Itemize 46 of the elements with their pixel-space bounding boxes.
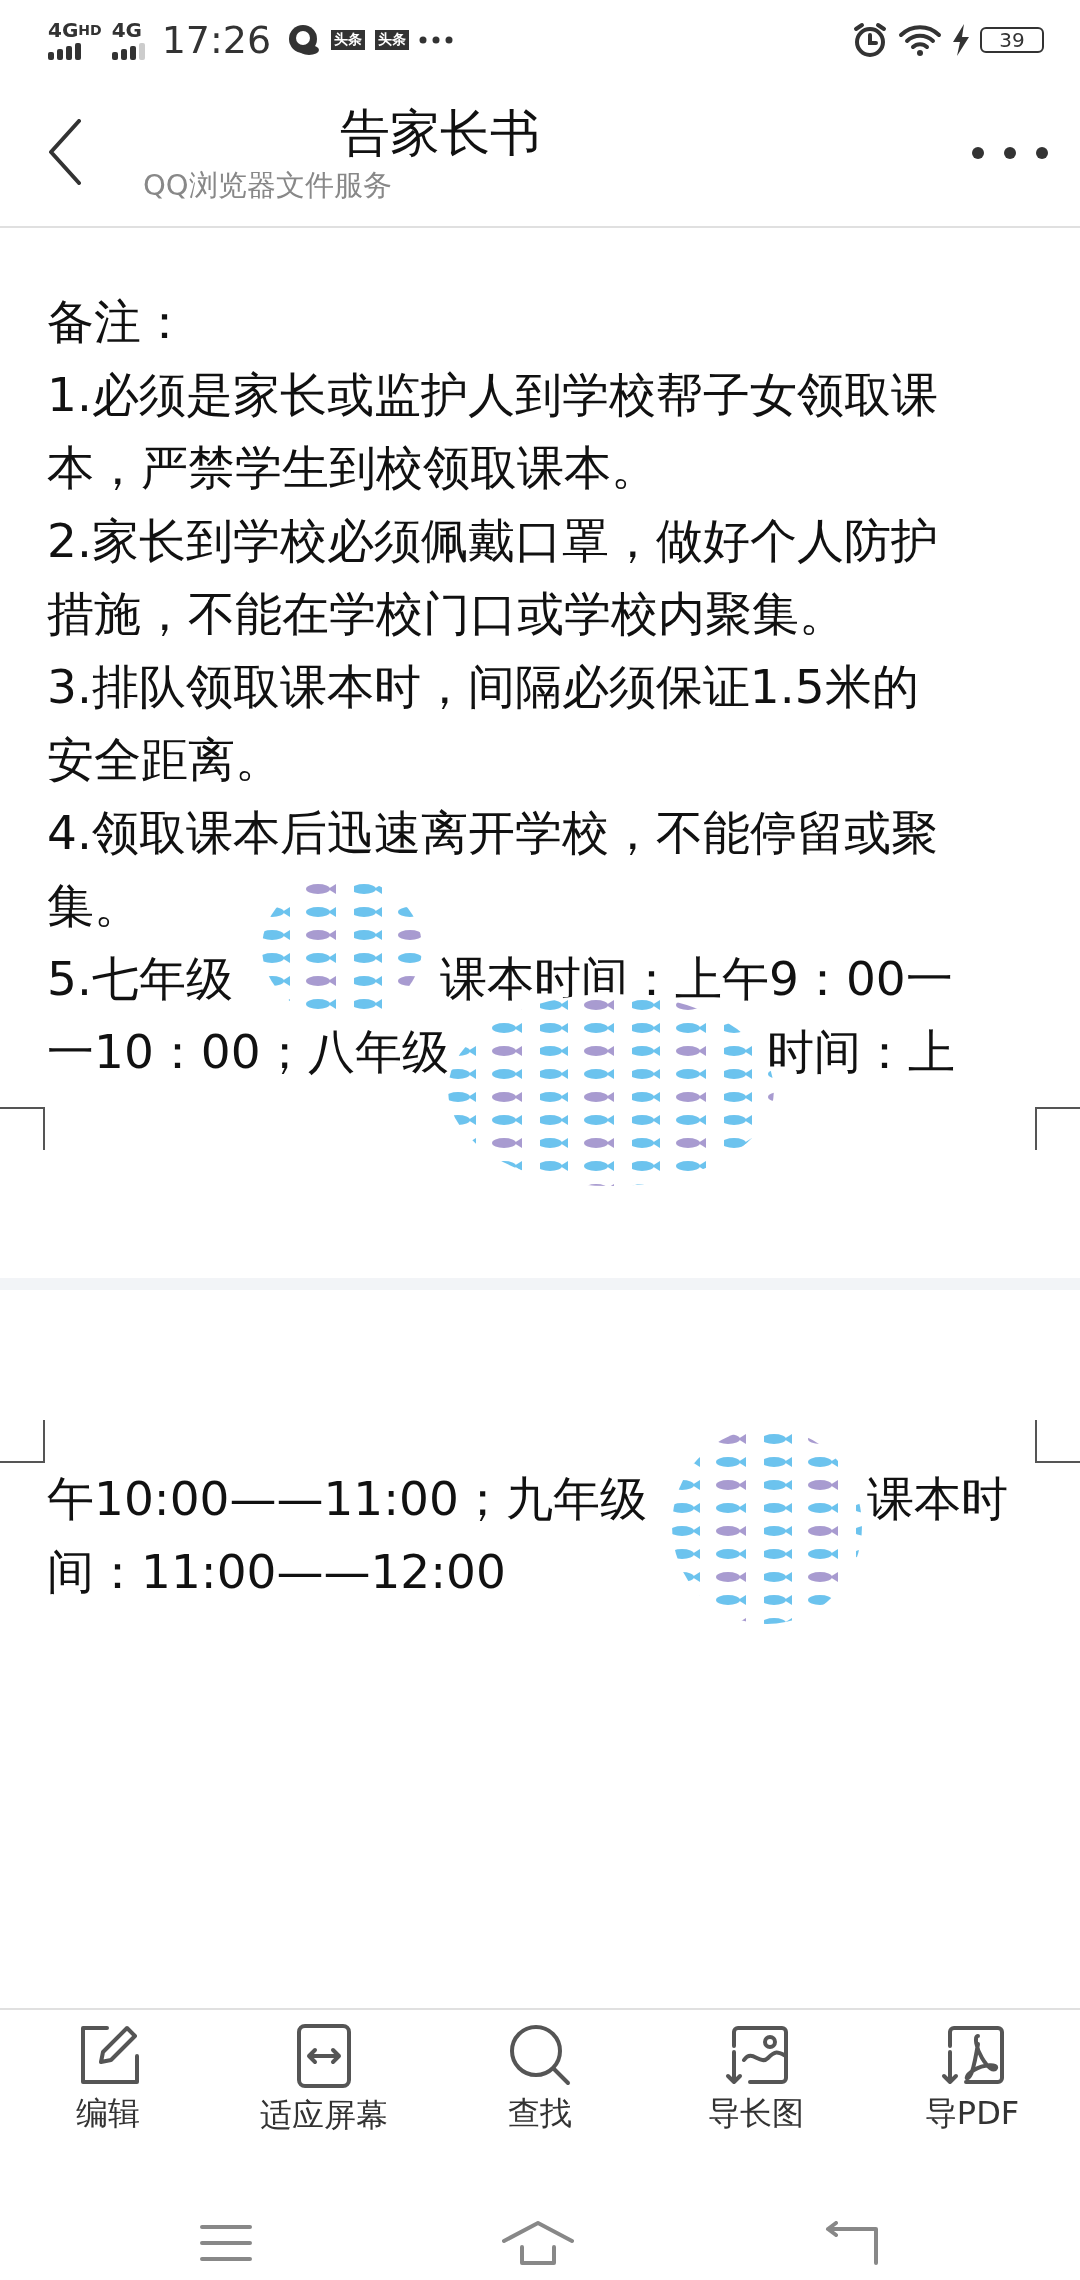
body-text: 午10:00——11:00；九年级: [47, 1470, 647, 1528]
body-text: 安全距离。: [47, 731, 282, 789]
crop-mark: [1035, 1420, 1080, 1463]
body-text: 1.必须是家长或监护人到学校帮子女领取课: [47, 366, 938, 424]
wifi-icon: [898, 23, 942, 57]
body-text: 课本时: [867, 1470, 1008, 1528]
menu-icon[interactable]: [200, 2223, 252, 2263]
home-icon[interactable]: [502, 2221, 574, 2265]
body-text: 时间：上: [767, 1023, 955, 1081]
body-text: 4.领取课本后迅速离开学校，不能停留或聚: [47, 804, 938, 862]
toolbar-button[interactable]: 导PDF: [864, 2010, 1080, 2168]
body-text: 间：11:00——12:00: [47, 1543, 506, 1601]
notification-badge: 头条: [375, 30, 410, 50]
more-notifications-icon: [419, 36, 454, 44]
fit-screen-icon: [297, 2024, 351, 2088]
search-icon: [509, 2024, 571, 2086]
crop-mark: [0, 1107, 45, 1150]
signal-icon: [111, 40, 146, 60]
toolbar-button[interactable]: 适应屏幕: [216, 2010, 432, 2168]
body-text: 本，严禁学生到校领取课本。: [47, 439, 658, 497]
body-text: 5.七年级: [47, 950, 233, 1008]
charging-icon: [952, 24, 970, 56]
image-download-icon: [724, 2024, 788, 2086]
page-subtitle: QQ浏览器文件服务: [143, 167, 392, 204]
toolbar-button[interactable]: 导长图: [648, 2010, 864, 2168]
body-text: 措施，不能在学校门口或学校内聚集。: [47, 585, 846, 643]
back-icon[interactable]: [824, 2221, 880, 2265]
body-text: 3.排队领取课本时，间隔必须保证1.5米的: [47, 658, 919, 716]
battery-level: 39: [980, 27, 1044, 53]
clock-time: 17:26: [161, 18, 272, 62]
network-label: 4G: [111, 20, 143, 40]
body-text: 集。: [47, 877, 141, 935]
toolbar-button[interactable]: 编辑: [0, 2010, 216, 2168]
body-text: 一10：00；八年级: [47, 1023, 449, 1081]
body-text: 2.家长到学校必须佩戴口罩，做好个人防护: [47, 512, 938, 570]
crop-mark: [1035, 1107, 1080, 1150]
more-icon[interactable]: [970, 146, 1050, 160]
pdf-download-icon: [940, 2024, 1004, 2086]
notification-badge: 头条: [331, 30, 366, 50]
alarm-icon: [852, 22, 888, 58]
body-text: 备注：: [47, 293, 188, 351]
toolbar-button[interactable]: 查找: [432, 2010, 648, 2168]
signal-icon: [48, 40, 82, 60]
crop-mark: [0, 1420, 45, 1463]
page-title: 告家长书: [340, 103, 540, 164]
network-label: 4GHD: [48, 20, 102, 40]
